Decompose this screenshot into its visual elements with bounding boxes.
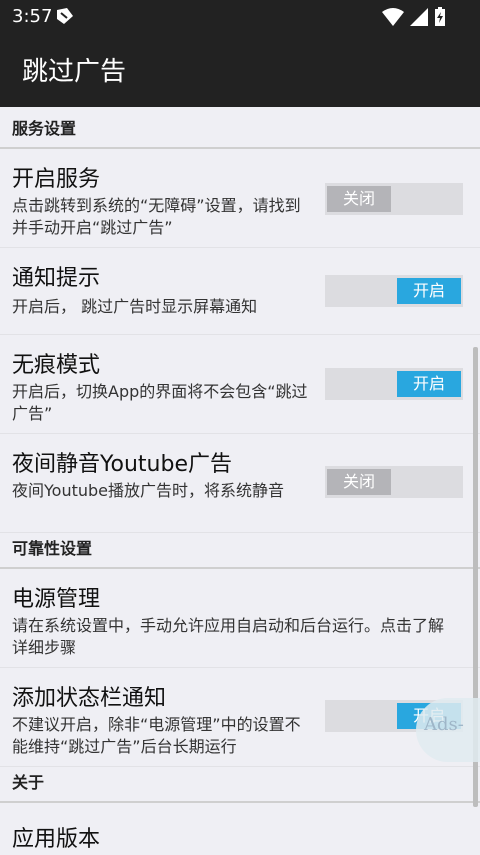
pref-status-notification[interactable]: 添加状态栏通知 不建议开启，除非“电源管理”中的设置不能维持“跳过广告”后台长期… (0, 668, 480, 767)
switch-knob-off: 关闭 (327, 186, 391, 212)
app-title: 跳过广告 (22, 57, 127, 87)
pref-summary: 点击跳转到系统的“无障碍”设置，请找到并手动开启“跳过广告” (12, 196, 301, 237)
floating-ball-label: Ads- (424, 714, 464, 735)
pref-title: 添加状态栏通知 (12, 686, 167, 711)
switch-knob-on: 开启 (397, 371, 461, 397)
incognito-switch[interactable]: 开启 (325, 368, 463, 400)
pref-incognito[interactable]: 无痕模式 开启后，切换App的界面将不会包含“跳过广告” 开启 (0, 335, 480, 434)
enable-service-switch[interactable]: 关闭 (325, 183, 463, 215)
section-title: 服务设置 (12, 119, 77, 138)
settings-list[interactable]: 服务设置 开启服务 点击跳转到系统的“无障碍”设置，请找到并手动开启“跳过广告”… (0, 107, 480, 855)
section-header-service: 服务设置 (0, 107, 480, 149)
switch-knob-off: 关闭 (327, 469, 391, 495)
status-time: 3:57 (12, 6, 53, 27)
signal-icon (409, 8, 428, 26)
pref-summary: 开启后， 跳过广告时显示屏幕通知 (12, 297, 258, 316)
notification-switch[interactable]: 开启 (325, 275, 463, 307)
status-bar: 3:57 (0, 0, 480, 33)
battery-charging-icon (435, 7, 445, 26)
section-header-about: 关于 (0, 767, 480, 803)
section-title: 关于 (12, 773, 45, 792)
status-icons (381, 7, 446, 27)
pref-enable-service[interactable]: 开启服务 点击跳转到系统的“无障碍”设置，请找到并手动开启“跳过广告” 关闭 (0, 149, 480, 248)
pref-summary: 夜间Youtube播放广告时，将系统静音 (12, 481, 284, 500)
pref-version[interactable]: 应用版本 (0, 803, 480, 855)
pref-title: 无痕模式 (12, 353, 101, 378)
floating-ads-ball[interactable]: Ads- (416, 698, 480, 762)
pref-title: 应用版本 (12, 827, 101, 852)
pref-power[interactable]: 电源管理 请在系统设置中，手动允许应用自启动和后台运行。点击了解详细步骤 (0, 569, 480, 668)
pref-title: 电源管理 (12, 587, 101, 612)
pref-summary: 开启后，切换App的界面将不会包含“跳过广告” (12, 382, 308, 423)
pref-title: 开启服务 (12, 167, 101, 192)
pref-title: 通知提示 (12, 266, 101, 291)
switch-knob-on: 开启 (397, 278, 461, 304)
notification-app-icon (57, 8, 73, 24)
pref-summary: 不建议开启，除非“电源管理”中的设置不能维持“跳过广告”后台长期运行 (12, 715, 301, 756)
section-title: 可靠性设置 (12, 539, 93, 558)
pref-night-mute[interactable]: 夜间静音Youtube广告 夜间Youtube播放广告时，将系统静音 关闭 (0, 434, 480, 533)
wifi-icon (381, 8, 404, 26)
section-header-reliability: 可靠性设置 (0, 533, 480, 569)
pref-summary: 请在系统设置中，手动允许应用自启动和后台运行。点击了解详细步骤 (12, 616, 445, 657)
app-toolbar: 跳过广告 (0, 33, 480, 107)
night-mute-switch[interactable]: 关闭 (325, 466, 463, 498)
pref-notification[interactable]: 通知提示 开启后， 跳过广告时显示屏幕通知 开启 (0, 248, 480, 335)
pref-title: 夜间静音Youtube广告 (12, 452, 232, 477)
